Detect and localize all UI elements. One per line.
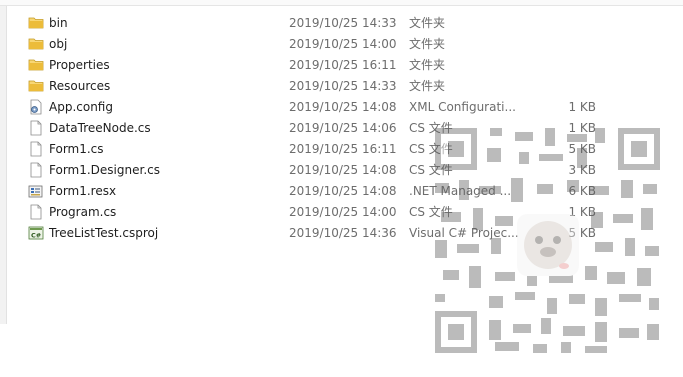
file-date: 2019/10/25 14:00: [289, 37, 397, 51]
file-date: 2019/10/25 14:08: [289, 163, 397, 177]
file-row-bin[interactable]: bin 2019/10/25 14:33 文件夹: [28, 13, 668, 34]
file-row-obj[interactable]: obj 2019/10/25 14:00 文件夹: [28, 34, 668, 55]
file-name: App.config: [49, 100, 113, 114]
file-name: Program.cs: [49, 205, 117, 219]
file-type: 文件夹: [409, 58, 446, 72]
file-date: 2019/10/25 14:06: [289, 121, 397, 135]
column-header-edge: [0, 0, 683, 6]
file-row-properties[interactable]: Properties 2019/10/25 16:11 文件夹: [28, 55, 668, 76]
file-type: XML Configurati...: [409, 100, 516, 114]
folder-icon: [28, 38, 44, 50]
qr-code-watermark: [435, 128, 660, 353]
csproj-file-icon: C#: [28, 226, 44, 240]
file-size: 1 KB: [568, 100, 596, 114]
file-name: obj: [49, 37, 68, 51]
folder-icon: [28, 59, 44, 71]
document-icon: [30, 120, 42, 136]
resx-file-icon: [28, 185, 43, 198]
file-name: TreeListTest.csproj: [49, 226, 159, 240]
file-name: Form1.resx: [49, 184, 117, 198]
file-name: Properties: [49, 58, 110, 72]
document-icon: [30, 162, 42, 178]
file-type: 文件夹: [409, 79, 446, 93]
file-row-app-config[interactable]: App.config 2019/10/25 14:08 XML Configur…: [28, 97, 668, 118]
file-name: bin: [49, 16, 68, 30]
file-date: 2019/10/25 14:08: [289, 184, 397, 198]
config-file-icon: [30, 99, 42, 115]
explorer-window: bin 2019/10/25 14:33 文件夹 obj 2019/10/25 …: [0, 0, 683, 377]
file-name: DataTreeNode.cs: [49, 121, 151, 135]
svg-text:C#: C#: [31, 232, 41, 240]
file-name-cell[interactable]: Resources: [28, 76, 278, 97]
file-date: 2019/10/25 14:33: [289, 79, 397, 93]
file-date: 2019/10/25 14:36: [289, 226, 397, 240]
file-date: 2019/10/25 16:11: [289, 58, 397, 72]
file-name-cell[interactable]: obj: [28, 34, 278, 55]
file-date: 2019/10/25 14:00: [289, 205, 397, 219]
file-date: 2019/10/25 14:08: [289, 100, 397, 114]
file-name: Form1.Designer.cs: [49, 163, 160, 177]
file-date: 2019/10/25 16:11: [289, 142, 397, 156]
file-name-cell[interactable]: Form1.resx: [28, 181, 278, 202]
file-name-cell[interactable]: Program.cs: [28, 202, 278, 223]
navigation-pane-edge[interactable]: [0, 6, 7, 324]
document-icon: [30, 204, 42, 220]
file-name-cell[interactable]: DataTreeNode.cs: [28, 118, 278, 139]
folder-icon: [28, 80, 44, 92]
file-type: 文件夹: [409, 37, 446, 51]
file-name: Resources: [49, 79, 111, 93]
file-name-cell[interactable]: C# TreeListTest.csproj: [28, 223, 278, 244]
file-name-cell[interactable]: bin: [28, 13, 278, 34]
file-row-resources[interactable]: Resources 2019/10/25 14:33 文件夹: [28, 76, 668, 97]
file-name-cell[interactable]: Form1.Designer.cs: [28, 160, 278, 181]
file-type: 文件夹: [409, 16, 446, 30]
file-name-cell[interactable]: App.config: [28, 97, 278, 118]
file-date: 2019/10/25 14:33: [289, 16, 397, 30]
file-name-cell[interactable]: Form1.cs: [28, 139, 278, 160]
file-name: Form1.cs: [49, 142, 104, 156]
document-icon: [30, 141, 42, 157]
folder-icon: [28, 17, 44, 29]
file-name-cell[interactable]: Properties: [28, 55, 278, 76]
